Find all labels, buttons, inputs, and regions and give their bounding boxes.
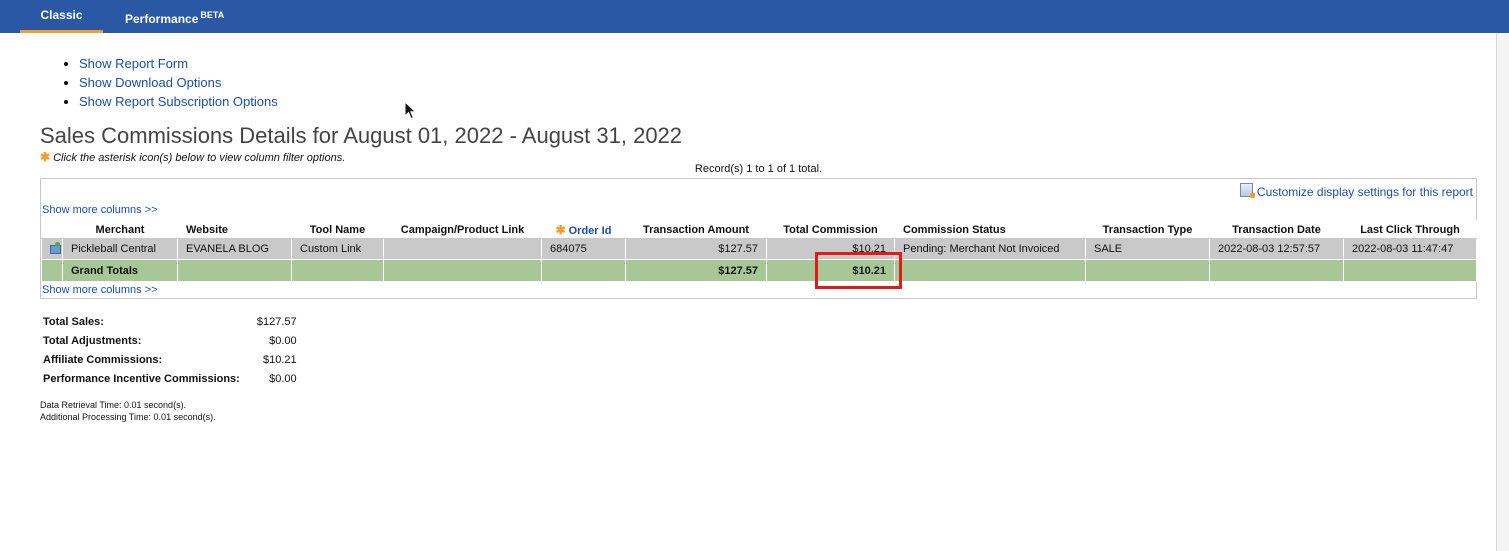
col-header-transaction-amount[interactable]: Transaction Amount [625,220,767,239]
report-options-list: Show Report Form Show Download Options S… [62,54,278,111]
list-item: Show Download Options [79,73,278,92]
cell-transaction-amount: $127.57 [625,238,767,260]
show-download-options-link[interactable]: Show Download Options [79,75,221,90]
show-more-columns-link-bottom[interactable]: Show more columns >> [42,284,158,296]
totals-empty-cell [291,259,384,282]
show-more-columns-link-top[interactable]: Show more columns >> [42,204,158,216]
totals-empty-cell [894,259,1086,282]
col-header-commission-status[interactable]: Commission Status [894,220,1086,239]
tab-performance[interactable]: Performance BETA [118,0,235,30]
customize-display-label: Customize display settings for this repo… [1256,185,1473,199]
page-title: Sales Commissions Details for August 01,… [40,123,683,148]
timing-info: Data Retrieval Time: 0.01 second(s). Add… [40,399,216,423]
grand-totals-row: Grand Totals $127.57 $10.21 [41,259,1477,282]
tab-classic[interactable]: Classic [20,0,103,33]
cell-transaction-date: 2022-08-03 12:57:57 [1209,238,1344,260]
cell-merchant: Pickleball Central [62,238,178,260]
order-id-label: Order Id [568,224,612,237]
grand-total-amount: $127.57 [625,259,767,282]
col-header-icon [41,220,63,239]
summary-label: Performance Incentive Commissions: [43,372,240,385]
totals-empty-cell [541,259,626,282]
grand-totals-label: Grand Totals [62,259,178,282]
cell-transaction-type: SALE [1085,238,1210,260]
filter-hint: ✱ Click the asterisk icon(s) below to vie… [40,150,345,164]
col-header-transaction-date[interactable]: Transaction Date [1209,220,1344,239]
show-subscription-options-link[interactable]: Show Report Subscription Options [79,94,278,109]
cell-order-id: 684075 [541,238,626,260]
totals-empty-cell [1085,259,1210,282]
summary-row: Affiliate Commissions: $10.21 [40,350,300,369]
cell-last-click: 2022-08-03 11:47:47 [1343,238,1477,260]
commission-highlight-box [815,252,902,289]
summary-value: $10.21 [262,353,297,366]
summary-label: Affiliate Commissions: [43,353,163,366]
list-item: Show Report Subscription Options [79,92,278,111]
retrieval-time: Data Retrieval Time: 0.01 second(s). [40,400,187,410]
totals-empty-cell [1343,259,1477,282]
summary-totals: Total Sales: $127.57 Total Adjustments: $0… [40,312,300,388]
cell-campaign [383,238,542,260]
record-count: Record(s) 1 to 1 of 1 total. [694,163,823,175]
col-header-total-commission[interactable]: Total Commission [766,220,895,239]
tab-performance-label: Performance [125,12,199,26]
totals-empty-cell [1209,259,1344,282]
cell-commission-status: Pending: Merchant Not Invoiced [894,238,1086,260]
summary-value: $0.00 [269,334,297,347]
totals-empty-cell [383,259,542,282]
asterisk-filter-icon[interactable]: ✱ [556,223,566,237]
table-header-row: Merchant Website Tool Name Campaign/Prod… [41,220,1477,239]
beta-badge: BETA [200,10,225,20]
col-header-merchant[interactable]: Merchant [62,220,178,239]
summary-label: Total Sales: [43,315,104,328]
col-header-website[interactable]: Website [177,220,292,239]
row-detail-cell[interactable] [41,238,63,260]
col-header-order-id[interactable]: ✱ Order Id [541,220,626,239]
mouse-cursor-icon [404,101,417,120]
summary-label: Total Adjustments: [43,334,142,347]
summary-row: Total Sales: $127.57 [40,312,300,331]
totals-empty-cell [177,259,292,282]
customize-display-link[interactable]: Customize display settings for this repo… [1239,183,1473,199]
processing-time: Additional Processing Time: 0.01 second(… [40,412,216,422]
col-header-tool-name[interactable]: Tool Name [291,220,384,239]
show-report-form-link[interactable]: Show Report Form [79,56,188,71]
vertical-scrollbar[interactable] [1496,33,1509,551]
summary-value: $127.57 [256,315,297,328]
col-header-transaction-type[interactable]: Transaction Type [1085,220,1210,239]
col-header-campaign[interactable]: Campaign/Product Link [383,220,542,239]
commissions-table: Merchant Website Tool Name Campaign/Prod… [41,220,1477,282]
row-detail-icon[interactable] [50,241,61,254]
report-panel: Customize display settings for this repo… [40,178,1477,299]
summary-row: Performance Incentive Commissions: $0.00 [40,369,300,388]
totals-empty-cell [41,259,63,282]
table-row: Pickleball Central EVANELA BLOG Custom L… [41,238,1477,260]
col-header-last-click[interactable]: Last Click Through [1343,220,1477,239]
summary-row: Total Adjustments: $0.00 [40,331,300,350]
summary-value: $0.00 [269,372,297,385]
cell-website: EVANELA BLOG [177,238,292,260]
asterisk-icon: ✱ [40,150,51,164]
list-item: Show Report Form [79,54,278,73]
top-nav-bar: Classic Performance BETA [0,0,1509,33]
settings-icon [1239,183,1255,198]
cell-tool-name: Custom Link [291,238,384,260]
